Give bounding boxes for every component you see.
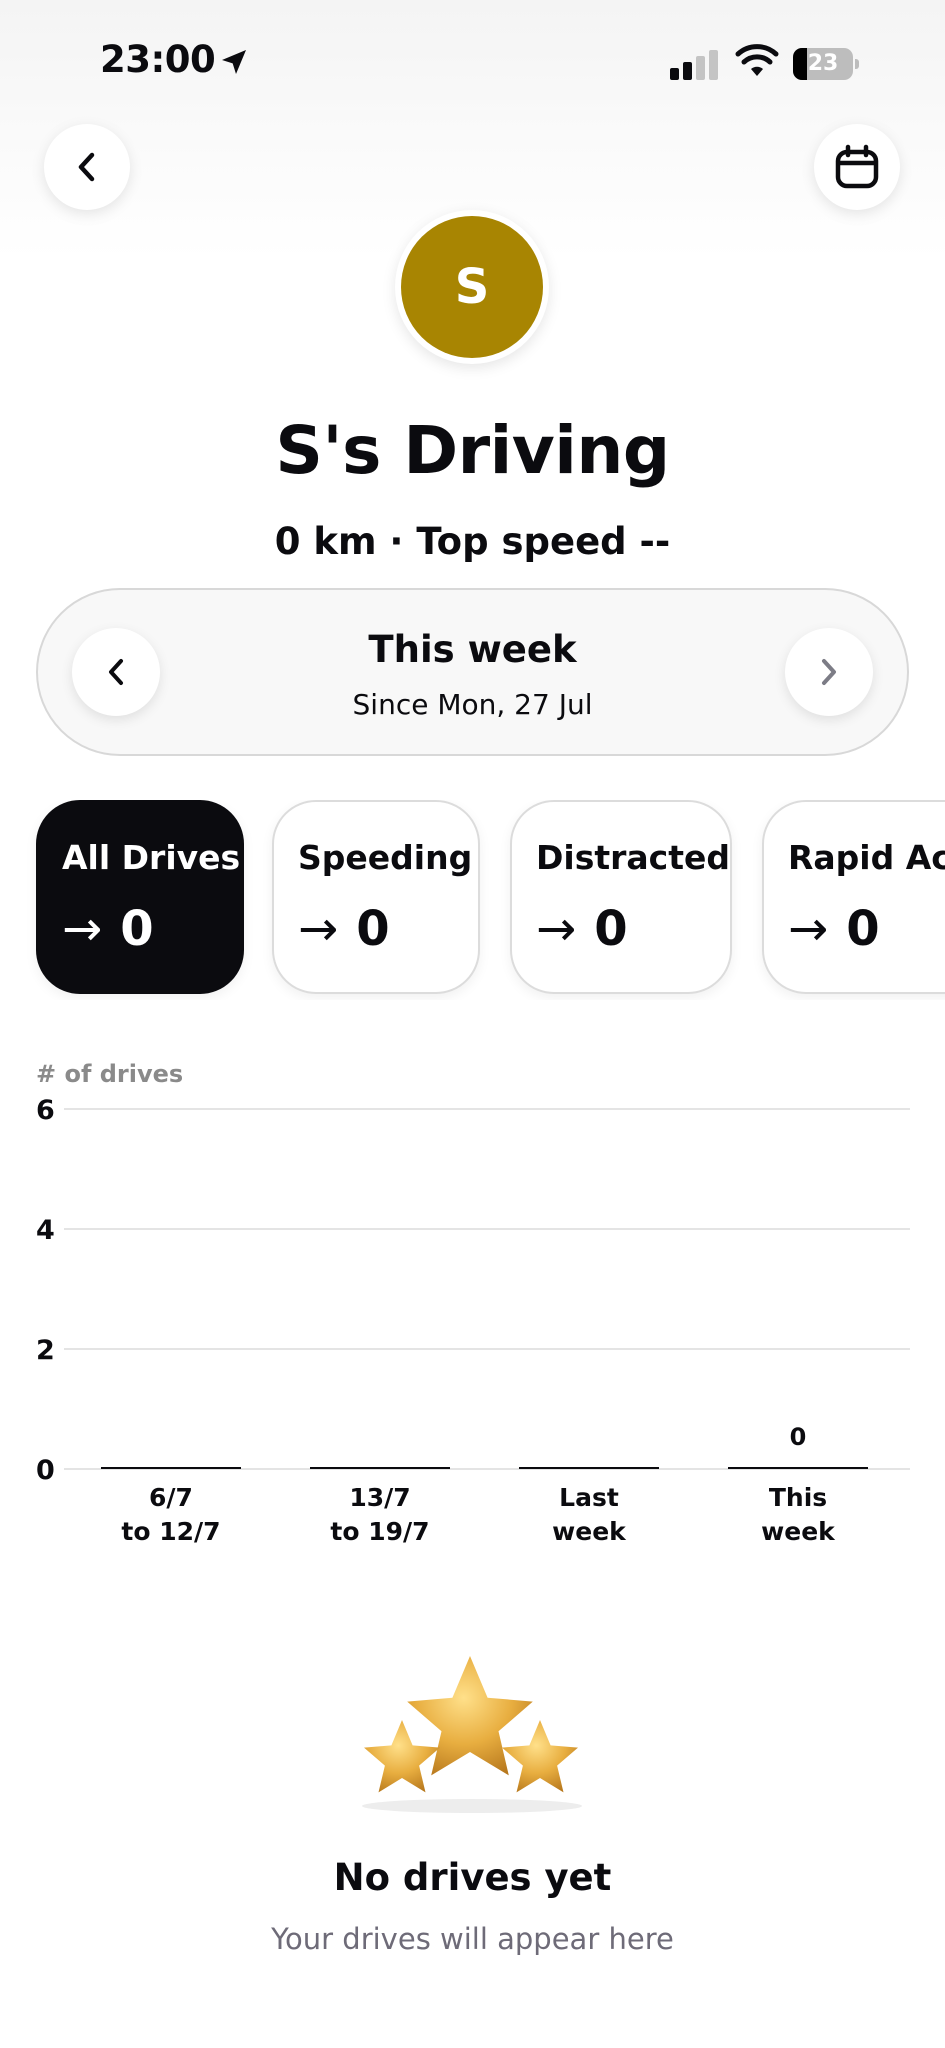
chip-value: → 0 bbox=[62, 901, 154, 957]
status-bar: 23:00 23 bbox=[0, 0, 945, 120]
location-arrow-icon bbox=[222, 50, 246, 74]
y-tick-label: 2 bbox=[36, 1335, 55, 1366]
period-title: This week bbox=[368, 628, 577, 671]
chip-value: → 0 bbox=[536, 901, 628, 957]
bar bbox=[519, 1467, 659, 1469]
battery-level: 23 bbox=[807, 51, 839, 76]
filter-chips: All Drives → 0 Speeding → 0 Distracted → 0 … bbox=[0, 800, 945, 1000]
empty-state-subtitle: Your drives will appear here bbox=[271, 1922, 674, 1956]
stars-icon bbox=[362, 1656, 582, 1813]
chip-label: Distracted bbox=[536, 838, 731, 877]
y-tick-label: 4 bbox=[36, 1215, 55, 1246]
page-title: S's Driving bbox=[275, 412, 670, 489]
bar bbox=[101, 1467, 241, 1469]
x-tick-label: to 12/7 bbox=[121, 1517, 220, 1546]
signal-bar bbox=[709, 50, 718, 80]
x-tick-label: 13/7 bbox=[349, 1483, 410, 1512]
next-period-button[interactable] bbox=[785, 628, 873, 716]
drives-bar-chart: 0 2 4 6 6/7 to 12/7 13/7 to 19/7 Last week 0 This we… bbox=[36, 1095, 910, 1546]
chip-label: Speeding bbox=[298, 838, 473, 877]
y-tick-label: 0 bbox=[36, 1455, 55, 1486]
driving-summary: 0 km · Top speed -- bbox=[274, 520, 671, 563]
avatar-initial: S bbox=[401, 216, 543, 358]
wifi-icon bbox=[735, 44, 779, 76]
x-tick-label: week bbox=[761, 1517, 836, 1546]
battery-indicator: 23 bbox=[793, 48, 859, 80]
chart-y-axis-label: # of drives bbox=[36, 1060, 184, 1088]
chevron-left-icon bbox=[109, 659, 123, 685]
filter-chip-rapid-acceleration[interactable]: Rapid Acc →0 bbox=[762, 800, 945, 994]
chevron-left-icon bbox=[78, 152, 95, 182]
chevron-right-icon bbox=[822, 659, 836, 685]
x-tick-label: to 19/7 bbox=[330, 1517, 429, 1546]
driving-screen: 23:00 23 S S's Driving 0 km · Top speed … bbox=[0, 0, 945, 2048]
bar-value-label: 0 bbox=[790, 1423, 807, 1451]
avatar: S bbox=[395, 210, 549, 364]
empty-state-title: No drives yet bbox=[333, 1856, 612, 1899]
previous-period-button[interactable] bbox=[72, 628, 160, 716]
chip-value: → 0 bbox=[788, 901, 880, 957]
bar bbox=[728, 1467, 868, 1469]
x-tick-label: This bbox=[769, 1483, 827, 1512]
status-time: 23:00 bbox=[100, 38, 216, 81]
filter-chip-speeding[interactable]: Speeding → 0 bbox=[272, 800, 480, 994]
filter-chip-all-drives[interactable]: All Drives → 0 bbox=[36, 800, 244, 994]
bar bbox=[310, 1467, 450, 1469]
cellular-signal-icon bbox=[670, 48, 720, 80]
signal-bar bbox=[683, 62, 692, 80]
calendar-button[interactable] bbox=[814, 124, 900, 210]
period-subtitle: Since Mon, 27 Jul bbox=[352, 688, 593, 721]
period-selector: This week Since Mon, 27 Jul bbox=[36, 588, 909, 756]
signal-bar bbox=[696, 56, 705, 80]
chip-label: Rapid Acc bbox=[788, 838, 945, 877]
x-tick-label: Last bbox=[559, 1483, 619, 1512]
x-tick-label: 6/7 bbox=[149, 1483, 193, 1512]
chip-label: All Drives bbox=[62, 838, 241, 877]
x-tick-label: week bbox=[552, 1517, 627, 1546]
filter-chip-distracted[interactable]: Distracted → 0 bbox=[510, 800, 732, 994]
back-button[interactable] bbox=[44, 124, 130, 210]
y-tick-label: 6 bbox=[36, 1095, 55, 1126]
chip-value: → 0 bbox=[298, 901, 390, 957]
signal-bar bbox=[670, 68, 679, 80]
calendar-icon bbox=[835, 144, 879, 189]
